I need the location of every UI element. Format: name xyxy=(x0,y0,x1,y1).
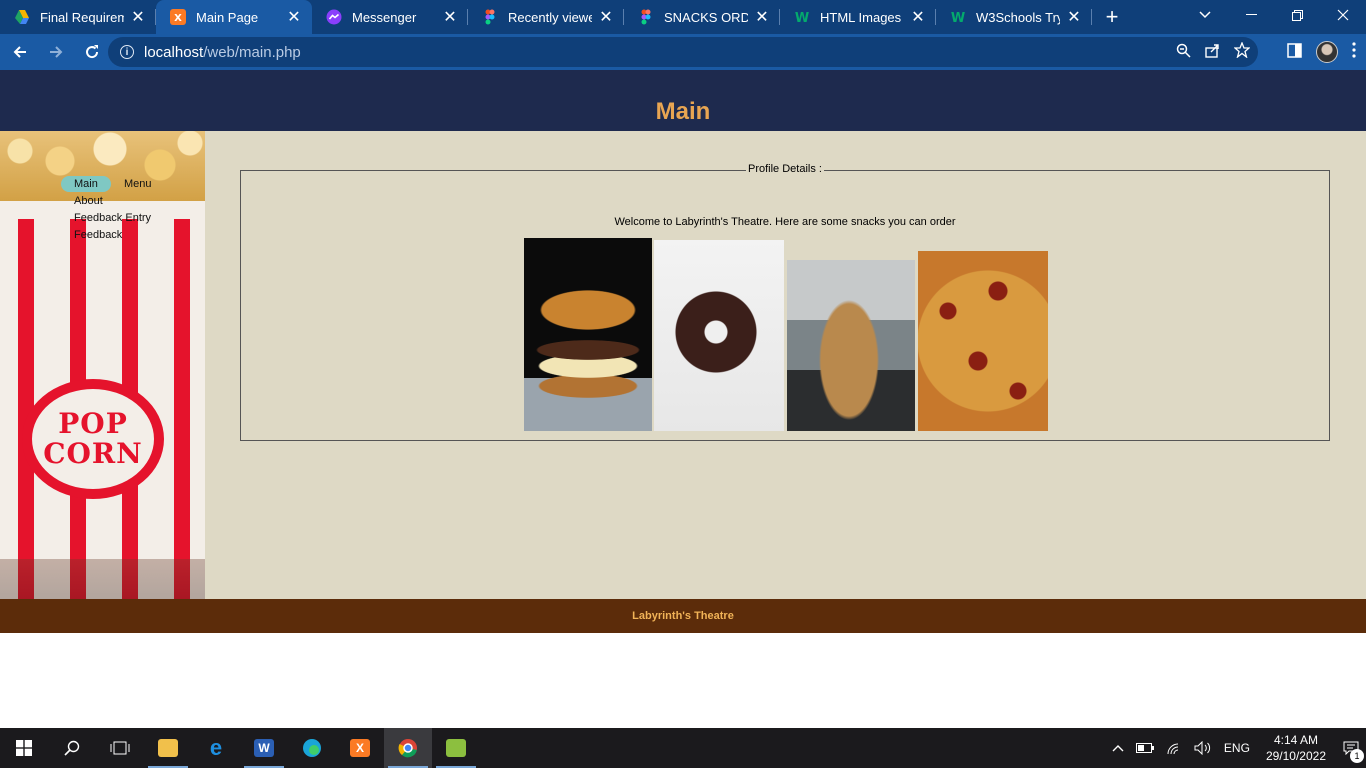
file-explorer-icon[interactable] xyxy=(144,728,192,768)
svg-text:W: W xyxy=(951,11,965,25)
battery-icon[interactable] xyxy=(1130,743,1160,753)
page-footer: Labyrinth's Theatre xyxy=(0,599,1366,633)
xampp-icon: X xyxy=(170,9,186,25)
profile-details-legend: Profile Details : xyxy=(746,163,824,175)
info-icon[interactable]: i xyxy=(120,45,134,59)
close-icon[interactable]: ✕ xyxy=(442,7,458,27)
browser-tab-strip: Final Requirement ✕ X Main Page ✕ Messen… xyxy=(0,0,1366,34)
milk-tea-image xyxy=(787,260,915,431)
tab-title: SNACKS ORDERIN xyxy=(664,9,748,25)
restore-button[interactable] xyxy=(1274,0,1320,30)
notepad-plus-icon[interactable] xyxy=(432,728,480,768)
tab-w3schools-tryit[interactable]: W W3Schools Tryit E ✕ xyxy=(936,0,1092,34)
nav-item-menu[interactable]: Menu xyxy=(124,178,152,190)
browser-toolbar: i localhost/web/main.php xyxy=(0,34,1366,70)
side-panel-icon[interactable] xyxy=(1287,42,1302,62)
burger-image xyxy=(524,238,652,431)
clock-date: 29/10/2022 xyxy=(1265,749,1326,763)
tab-messenger[interactable]: Messenger ✕ xyxy=(312,0,468,34)
popcorn-logo: POP CORN xyxy=(22,379,164,499)
close-icon[interactable]: ✕ xyxy=(754,7,770,27)
edge-legacy-icon[interactable]: e xyxy=(192,728,240,768)
start-button[interactable] xyxy=(0,728,48,768)
pizza-image xyxy=(918,251,1048,431)
snack-gallery xyxy=(524,237,1049,431)
figma-icon xyxy=(638,9,654,25)
clock-time: 4:14 AM xyxy=(1273,733,1318,747)
windows-taskbar: e W X ENG 4:14 AM 29/10/2022 1 xyxy=(0,728,1366,768)
nav-menu: Main Menu About Feedback Entry Feedback xyxy=(61,176,161,244)
zoom-icon[interactable] xyxy=(1176,43,1191,62)
close-icon[interactable]: ✕ xyxy=(130,7,146,27)
w3schools-icon: W xyxy=(794,9,810,26)
main-content: Profile Details : Welcome to Labyrinth's… xyxy=(205,131,1366,599)
toolbar-right xyxy=(1287,36,1356,68)
nav-item-feedback[interactable]: Feedback xyxy=(61,227,161,244)
tab-recently-viewed[interactable]: Recently viewed ✕ xyxy=(468,0,624,34)
figma-icon xyxy=(482,9,498,25)
new-tab-button[interactable]: + xyxy=(1092,0,1132,34)
notification-count-badge: 1 xyxy=(1350,749,1364,763)
clock[interactable]: 4:14 AM 29/10/2022 xyxy=(1256,732,1336,764)
more-menu-icon[interactable] xyxy=(1352,42,1356,62)
wifi-icon[interactable] xyxy=(1160,741,1188,755)
minimize-button[interactable] xyxy=(1228,0,1274,30)
reload-button[interactable] xyxy=(76,36,108,68)
search-icon[interactable] xyxy=(48,728,96,768)
task-view-icon[interactable] xyxy=(96,728,144,768)
close-icon[interactable]: ✕ xyxy=(1066,7,1082,27)
edge-icon[interactable] xyxy=(288,728,336,768)
tab-title: Recently viewed xyxy=(508,9,592,25)
word-icon[interactable]: W xyxy=(240,728,288,768)
nav-item-main[interactable]: Main xyxy=(61,176,111,192)
footer-text: Labyrinth's Theatre xyxy=(632,610,734,622)
page-header: Main xyxy=(0,70,1366,131)
profile-avatar[interactable] xyxy=(1316,41,1338,63)
close-icon[interactable]: ✕ xyxy=(598,7,614,27)
svg-text:X: X xyxy=(174,13,182,24)
url-path: /web/main.php xyxy=(203,43,301,61)
system-tray: ENG 4:14 AM 29/10/2022 1 xyxy=(1106,728,1366,768)
chrome-icon[interactable] xyxy=(384,728,432,768)
svg-text:W: W xyxy=(795,11,809,25)
tab-snacks-ordering[interactable]: SNACKS ORDERIN ✕ xyxy=(624,0,780,34)
address-bar[interactable]: i localhost/web/main.php xyxy=(108,37,1258,67)
volume-icon[interactable] xyxy=(1188,741,1218,755)
tab-title: Main Page xyxy=(196,9,259,25)
welcome-text: Welcome to Labyrinth's Theatre. Here are… xyxy=(614,216,956,228)
language-indicator[interactable]: ENG xyxy=(1218,741,1256,755)
close-window-button[interactable] xyxy=(1320,0,1366,30)
notifications-button[interactable]: 1 xyxy=(1336,741,1366,763)
bookmark-star-icon[interactable] xyxy=(1233,41,1251,62)
show-hidden-icons-icon[interactable] xyxy=(1106,744,1130,752)
close-icon[interactable]: ✕ xyxy=(910,7,926,27)
tab-title: Messenger xyxy=(352,9,417,25)
close-icon[interactable]: ✕ xyxy=(286,7,302,27)
w3schools-icon: W xyxy=(950,9,966,26)
nav-item-about[interactable]: About xyxy=(61,193,161,210)
share-icon[interactable] xyxy=(1205,43,1220,62)
back-button[interactable] xyxy=(4,36,36,68)
donut-image xyxy=(654,240,784,431)
tab-title: HTML Images xyxy=(820,9,902,25)
profile-details-fieldset: Profile Details : Welcome to Labyrinth's… xyxy=(240,163,1330,441)
tab-main-page[interactable]: X Main Page ✕ xyxy=(156,0,312,34)
google-drive-icon xyxy=(14,9,30,25)
omnibox-actions xyxy=(1176,37,1251,67)
tab-title: Final Requirement xyxy=(40,9,124,25)
tab-final-requirement[interactable]: Final Requirement ✕ xyxy=(0,0,156,34)
nav-item-feedback-entry[interactable]: Feedback Entry xyxy=(61,210,161,227)
tab-title: W3Schools Tryit E xyxy=(976,9,1060,25)
tab-html-images[interactable]: W HTML Images ✕ xyxy=(780,0,936,34)
messenger-icon xyxy=(326,9,342,25)
window-controls xyxy=(1228,0,1366,34)
tab-search-chevron-icon[interactable] xyxy=(1190,0,1220,30)
xampp-taskbar-icon[interactable]: X xyxy=(336,728,384,768)
url-host: localhost xyxy=(144,43,204,61)
page-title: Main xyxy=(655,97,711,125)
forward-button[interactable] xyxy=(40,36,72,68)
